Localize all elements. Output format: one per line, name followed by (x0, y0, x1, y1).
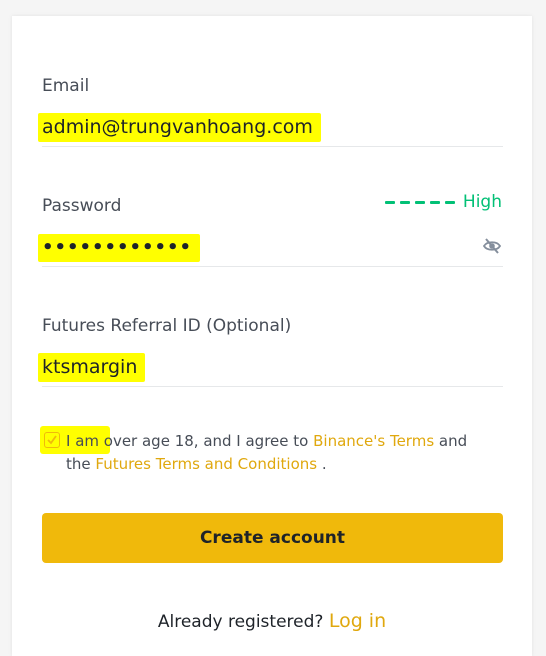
referral-field[interactable]: ktsmargin (38, 353, 146, 382)
email-label: Email (42, 76, 90, 96)
email-field[interactable]: admin@trungvanhoang.com (38, 113, 321, 142)
strength-label: High (462, 192, 502, 212)
referral-underline (42, 386, 503, 387)
terms-text-1: I am over age 18, and I agree to (66, 432, 314, 450)
terms-checkbox[interactable] (44, 432, 60, 448)
strength-meter (384, 200, 455, 204)
binance-terms-link[interactable]: Binance's Terms (313, 432, 434, 450)
already-registered-text: Already registered? (157, 612, 324, 632)
eye-slash-icon[interactable] (482, 236, 502, 256)
create-account-button[interactable]: Create account (42, 513, 503, 563)
login-prompt: Already registered? Log in (12, 610, 532, 632)
password-field[interactable]: •••••••••••• (38, 234, 201, 262)
referral-label: Futures Referral ID (Optional) (42, 316, 292, 336)
check-icon (47, 435, 57, 445)
register-card: Email admin@trungvanhoang.com Password H… (12, 16, 532, 656)
password-underline (42, 266, 503, 267)
login-link[interactable]: Log in (329, 610, 386, 632)
futures-terms-link[interactable]: Futures Terms and Conditions (95, 455, 317, 473)
email-value: admin@trungvanhoang.com (38, 113, 321, 142)
terms-text-3: . (317, 455, 327, 473)
email-underline (42, 146, 503, 147)
password-label: Password (42, 196, 122, 216)
password-value: •••••••••••• (38, 234, 201, 262)
password-strength: High (384, 192, 502, 212)
terms-text: I am over age 18, and I agree to Binance… (66, 430, 486, 476)
referral-value: ktsmargin (38, 353, 146, 382)
